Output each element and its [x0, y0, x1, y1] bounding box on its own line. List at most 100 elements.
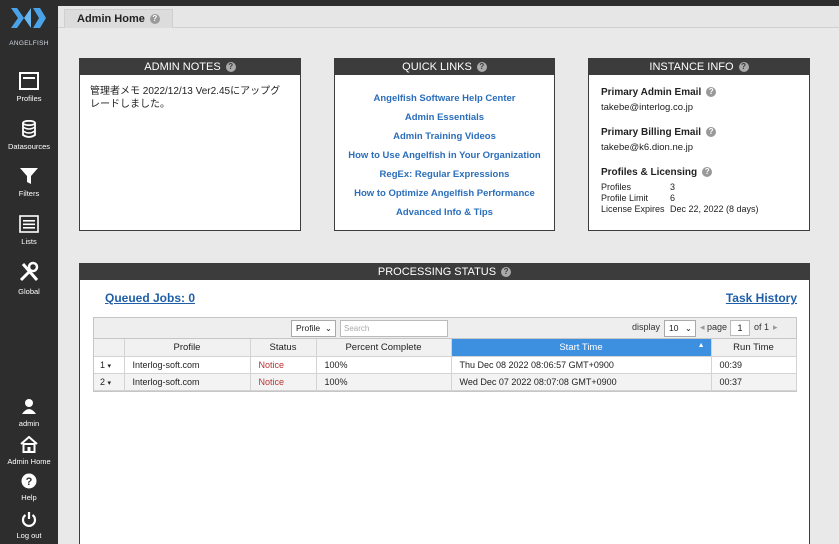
sidebar-item-label: Filters	[18, 189, 40, 198]
page-header: Admin Home?	[58, 6, 839, 28]
panel-title: ADMIN NOTES?	[80, 59, 300, 75]
chevron-down-icon: ⌄	[324, 323, 332, 333]
panel-title: PROCESSING STATUS?	[80, 264, 809, 280]
instance-info-panel: INSTANCE INFO? Primary Admin Email? take…	[588, 58, 810, 231]
sidebar: ANGELFISH Profiles Datasources Filters L…	[0, 0, 58, 544]
column-header-percent[interactable]: Percent Complete	[316, 339, 452, 357]
display-label: display	[632, 322, 661, 332]
page-title: Admin Home	[77, 13, 145, 25]
filter-field-select[interactable]: Profile ⌄	[291, 320, 336, 337]
column-header-run-time[interactable]: Run Time	[711, 339, 797, 357]
database-icon	[22, 120, 36, 138]
link-training-videos[interactable]: Admin Training Videos	[335, 127, 554, 146]
license-row-profiles: Profiles 3	[601, 182, 676, 192]
quick-links-panel: QUICK LINKS? Angelfish Software Help Cen…	[334, 58, 555, 231]
link-help-center[interactable]: Angelfish Software Help Center	[335, 89, 554, 108]
filter-icon	[20, 168, 38, 184]
cell-status: Notice	[250, 373, 317, 391]
table-row[interactable]: 1 ▾ Interlog-soft.com Notice 100% Thu De…	[94, 356, 797, 374]
column-header-profile[interactable]: Profile	[124, 339, 251, 357]
cell-profile: Interlog-soft.com	[124, 373, 251, 391]
help-icon[interactable]: ?	[706, 127, 717, 137]
primary-admin-email: takebe@interlog.co.jp	[601, 102, 694, 113]
user-icon	[22, 399, 36, 414]
power-icon	[21, 512, 37, 527]
link-advanced-info[interactable]: Advanced Info & Tips	[335, 203, 554, 222]
link-regex[interactable]: RegEx: Regular Expressions	[335, 165, 554, 184]
caret-down-icon[interactable]: ▾	[108, 363, 112, 370]
cell-percent: 100%	[316, 373, 452, 391]
link-admin-essentials[interactable]: Admin Essentials	[335, 108, 554, 127]
sidebar-item-filters[interactable]: Filters	[0, 167, 58, 198]
help-icon[interactable]: ?	[706, 87, 717, 97]
home-icon	[20, 436, 38, 453]
cell-run-time: 00:37	[711, 373, 797, 391]
sidebar-item-admin[interactable]: admin	[0, 398, 58, 428]
queued-jobs-link[interactable]: Queued Jobs: 0	[105, 291, 195, 305]
help-icon[interactable]: ?	[149, 14, 160, 24]
license-row-limit: Profile Limit 6	[601, 193, 676, 203]
sidebar-item-label: Datasources	[7, 142, 51, 151]
task-history-link[interactable]: Task History	[726, 291, 797, 305]
sidebar-item-admin-home[interactable]: Admin Home	[0, 436, 58, 466]
billing-label: Primary Billing Email?	[601, 127, 797, 138]
page-input[interactable]: 1	[730, 320, 750, 336]
page-count: of 1	[754, 322, 770, 332]
billing-email: takebe@k6.dion.ne.jp	[601, 142, 694, 153]
logo-text: ANGELFISH	[9, 40, 49, 47]
admin-notes-panel: ADMIN NOTES? 管理者メモ 2022/12/13 Ver2.45にアッ…	[79, 58, 301, 231]
header-tab[interactable]: Admin Home?	[64, 9, 173, 28]
column-header-status[interactable]: Status	[250, 339, 317, 357]
display-count-select[interactable]: 10 ⌄	[664, 320, 696, 337]
help-icon: ?	[21, 473, 37, 489]
cell-status: Notice	[250, 356, 317, 374]
panel-title: QUICK LINKS?	[335, 59, 554, 75]
license-row-expires: License Expires Dec 22, 2022 (8 days)	[601, 204, 759, 214]
grid-toolbar: Profile ⌄ Search display 10 ⌄ ◂ page 1 o…	[94, 318, 796, 339]
sidebar-item-help[interactable]: ? Help	[0, 473, 58, 502]
licensing-label: Profiles & Licensing?	[601, 167, 797, 178]
admin-notes-text[interactable]: 管理者メモ 2022/12/13 Ver2.45にアップグレードしました。	[80, 75, 300, 121]
profiles-icon	[19, 72, 39, 90]
sidebar-item-global[interactable]: Global	[0, 261, 58, 296]
row-number[interactable]: 1 ▾	[94, 356, 125, 374]
sidebar-item-label: admin	[18, 419, 40, 428]
table-row[interactable]: 2 ▾ Interlog-soft.com Notice 100% Wed De…	[94, 373, 797, 391]
column-header-start-time[interactable]: Start Time ▲	[451, 339, 712, 357]
cell-profile: Interlog-soft.com	[124, 356, 251, 374]
link-how-to-use[interactable]: How to Use Angelfish in Your Organizatio…	[335, 146, 554, 165]
prev-page-icon[interactable]: ◂	[700, 322, 705, 333]
page-label: page	[707, 322, 728, 332]
sidebar-item-label: Lists	[21, 237, 37, 246]
sidebar-item-label: Global	[18, 287, 40, 296]
sidebar-item-profiles[interactable]: Profiles	[0, 72, 58, 103]
help-icon[interactable]: ?	[702, 167, 713, 177]
sidebar-item-label: Log out	[16, 531, 42, 540]
link-optimize[interactable]: How to Optimize Angelfish Performance	[335, 184, 554, 203]
next-page-icon[interactable]: ▸	[773, 322, 778, 333]
caret-down-icon[interactable]: ▾	[108, 380, 112, 387]
sidebar-item-datasources[interactable]: Datasources	[0, 120, 58, 151]
help-icon[interactable]: ?	[476, 62, 487, 72]
sidebar-item-label: Help	[21, 493, 37, 502]
main-content: ADMIN NOTES? 管理者メモ 2022/12/13 Ver2.45にアッ…	[58, 28, 839, 544]
tools-icon	[19, 261, 39, 282]
primary-admin-label: Primary Admin Email?	[601, 87, 797, 98]
help-icon[interactable]: ?	[738, 62, 749, 72]
sort-asc-icon: ▲	[697, 341, 705, 349]
processing-grid: Profile ⌄ Search display 10 ⌄ ◂ page 1 o…	[93, 317, 797, 392]
processing-status-panel: PROCESSING STATUS? Queued Jobs: 0 Task H…	[79, 263, 810, 544]
cell-percent: 100%	[316, 356, 452, 374]
row-number[interactable]: 2 ▾	[94, 373, 125, 391]
cell-run-time: 00:39	[711, 356, 797, 374]
processing-table: Profile Status Percent Complete Start Ti…	[94, 339, 797, 391]
cell-start-time: Thu Dec 08 2022 08:06:57 GMT+0900	[451, 356, 712, 374]
sidebar-item-logout[interactable]: Log out	[0, 511, 58, 540]
sidebar-item-lists[interactable]: Lists	[0, 215, 58, 246]
help-icon[interactable]: ?	[225, 62, 236, 72]
angelfish-logo[interactable]: ANGELFISH	[0, 0, 58, 58]
help-icon[interactable]: ?	[501, 267, 512, 277]
search-input[interactable]: Search	[340, 320, 448, 337]
panel-title: INSTANCE INFO?	[589, 59, 809, 75]
sidebar-item-label: Admin Home	[7, 457, 51, 466]
